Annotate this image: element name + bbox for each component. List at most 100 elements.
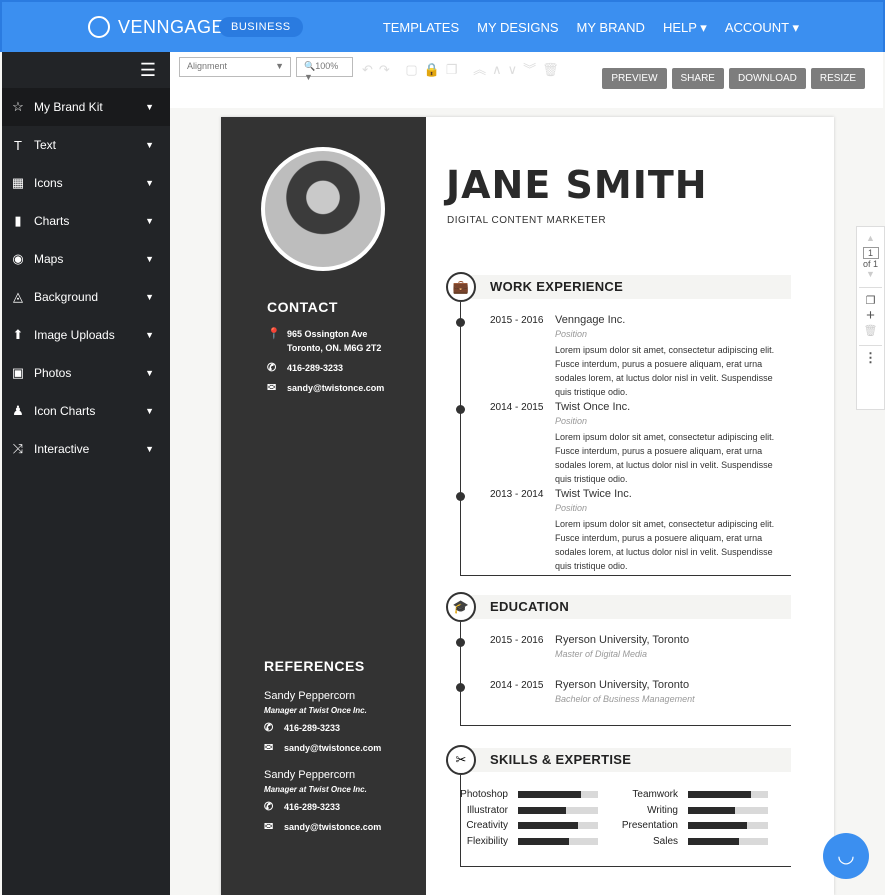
sidebar-item-label: Icons	[34, 176, 63, 190]
reference-phone: 416-289-3233	[284, 802, 341, 812]
caret-down-icon: ▼	[145, 292, 154, 302]
skill-row: Flexibility	[428, 836, 598, 847]
education-school: Ryerson University, Toronto	[555, 679, 690, 691]
caret-down-icon: ▼	[145, 254, 154, 264]
job-position: Position	[555, 503, 588, 513]
job-years: 2013 - 2014	[490, 489, 544, 500]
nav-item[interactable]: HELP ▾	[663, 20, 707, 36]
timeline-dot	[456, 405, 465, 414]
skill-bar	[518, 806, 598, 814]
nav-item[interactable]: MY DESIGNS	[477, 20, 558, 36]
education-years: 2015 - 2016	[490, 635, 544, 646]
skill-row: Writing	[598, 805, 768, 816]
skills-section: ✂ SKILLS & EXPERTISE Photoshop Illustrato…	[446, 745, 791, 868]
education-degree: Bachelor of Business Management	[555, 694, 695, 704]
sidebar-item-interactive[interactable]: ⤨ Interactive ▼	[2, 430, 170, 468]
sidebar-item-my-brand-kit[interactable]: ☆ My Brand Kit ▼	[2, 88, 170, 126]
nav-item[interactable]: MY BRAND	[577, 20, 645, 36]
skill-name: Sales	[652, 835, 678, 847]
add-page-icon[interactable]: +	[857, 307, 884, 324]
skill-bar-fill	[688, 806, 736, 814]
menu-icon[interactable]: ☰	[2, 52, 170, 88]
skill-bar	[518, 791, 598, 798]
sidebar-icon: ▣	[11, 365, 25, 380]
reference-title: Manager at Twist Once Inc.	[264, 706, 367, 715]
skill-row: Sales	[598, 836, 768, 847]
job-company: Twist Twice Inc.	[555, 488, 632, 500]
resume-sidebar: CONTACT 📍 965 Ossington Ave Toronto, ON. M…	[221, 117, 426, 895]
page-up-icon[interactable]: ▲	[857, 233, 884, 243]
duplicate-page-icon[interactable]: ❐	[857, 294, 884, 307]
logo-icon	[88, 16, 110, 38]
alignment-select[interactable]: Alignment ▼	[179, 57, 291, 77]
sidebar-item-charts[interactable]: ▮ Charts ▼	[2, 202, 170, 240]
skill-bar-fill	[688, 837, 740, 845]
skill-bar-fill	[688, 822, 748, 829]
sidebar-item-label: Image Uploads	[34, 328, 115, 342]
sidebar-item-icons[interactable]: ▦ Icons ▼	[2, 164, 170, 202]
zoom-select[interactable]: 🔍100% ▼	[296, 57, 353, 82]
skill-row: Teamwork	[598, 789, 768, 800]
alignment-value: Alignment	[187, 61, 228, 71]
resume-document[interactable]: CONTACT 📍 965 Ossington Ave Toronto, ON. M…	[221, 117, 834, 895]
email-icon: ✉	[267, 382, 277, 394]
job-desc: Lorem ipsum dolor sit amet, consectetur …	[555, 432, 775, 484]
toolbar: Alignment ▼ 🔍100% ▼ ↶↷ ▢🔒❐ ︽∧∨︾🗑 PREVIEW S…	[170, 52, 883, 108]
education-heading: EDUCATION	[466, 595, 791, 619]
main-nav: TEMPLATES MY DESIGNS MY BRAND HELP ▾ ACCOUNT…	[383, 20, 799, 36]
timeline-dot	[456, 492, 465, 501]
sidebar-icon: ◉	[12, 251, 24, 266]
download-button[interactable]: DOWNLOAD	[728, 68, 806, 89]
contact-phone: 416-289-3233	[287, 363, 344, 373]
top-nav-bar: VENNGAGE BUSINESS TEMPLATES MY DESIGNS MY …	[0, 0, 885, 52]
chat-button[interactable]: ◡	[823, 833, 869, 879]
sidebar-item-background[interactable]: ◬ Background ▼	[2, 278, 170, 316]
phone-icon: ✆	[264, 801, 274, 813]
sidebar-item-photos[interactable]: ▣ Photos ▼	[2, 354, 170, 392]
page-number[interactable]: 1	[862, 247, 879, 259]
resize-button[interactable]: RESIZE	[810, 68, 865, 89]
briefcase-icon: 💼	[446, 272, 476, 302]
sidebar-item-label: Interactive	[34, 442, 90, 456]
tools-icon: ✂	[446, 745, 476, 775]
nav-item[interactable]: ACCOUNT ▾	[725, 20, 799, 36]
share-button[interactable]: SHARE	[671, 68, 724, 89]
venngage-logo[interactable]: VENNGAGE	[88, 16, 224, 38]
reference-title: Manager at Twist Once Inc.	[264, 785, 367, 794]
caret-down-icon: ▼	[145, 140, 154, 150]
skill-bar	[518, 822, 598, 829]
delete-page-icon[interactable]: 🗑	[857, 324, 884, 337]
sidebar-item-label: Icon Charts	[34, 404, 96, 418]
preview-button[interactable]: PREVIEW	[602, 68, 667, 89]
skill-row: Photoshop	[428, 789, 598, 800]
page-down-icon[interactable]: ▼	[857, 269, 884, 279]
sidebar-item-label: Charts	[34, 214, 70, 228]
sidebar-item-maps[interactable]: ◉ Maps ▼	[2, 240, 170, 278]
skill-name: Presentation	[621, 820, 678, 831]
job-company: Twist Once Inc.	[555, 401, 631, 413]
skill-bar	[688, 806, 768, 814]
sidebar-item-label: Background	[34, 290, 99, 304]
work-experience-section: 💼 WORK EXPERIENCE 2015 - 2016 Venngage In…	[446, 272, 791, 577]
education-degree: Master of Digital Media	[555, 649, 648, 659]
sidebar-item-image-uploads[interactable]: ⬆ Image Uploads ▼	[2, 316, 170, 354]
sidebar-item-label: Photos	[34, 366, 72, 380]
sidebar-item-label: My Brand Kit	[34, 100, 103, 114]
skill-row: Illustrator	[428, 805, 598, 816]
skill-bar-fill	[518, 791, 582, 798]
reference-email: sandy@twistonce.com	[284, 822, 382, 832]
skill-bar	[688, 822, 768, 829]
nav-item[interactable]: TEMPLATES	[383, 20, 459, 36]
more-options-icon[interactable]: ⋮	[857, 350, 884, 366]
sidebar-item-label: Text	[34, 138, 57, 152]
sidebar-item-text[interactable]: T Text ▼	[2, 126, 170, 164]
sidebar-icon: T	[14, 137, 22, 153]
job-position: Position	[555, 416, 588, 426]
edit-tools: ↶↷ ▢🔒❐ ︽∧∨︾🗑	[362, 62, 565, 77]
resume-name: JANE SMITH	[446, 163, 708, 207]
timeline-dot	[456, 683, 465, 692]
skill-name: Teamwork	[632, 789, 678, 800]
education-section: 🎓 EDUCATION 2015 - 2016 Ryerson Universit…	[446, 592, 791, 727]
caret-down-icon: ▼	[145, 444, 154, 454]
sidebar-item-icon-charts[interactable]: ♟ Icon Charts ▼	[2, 392, 170, 430]
